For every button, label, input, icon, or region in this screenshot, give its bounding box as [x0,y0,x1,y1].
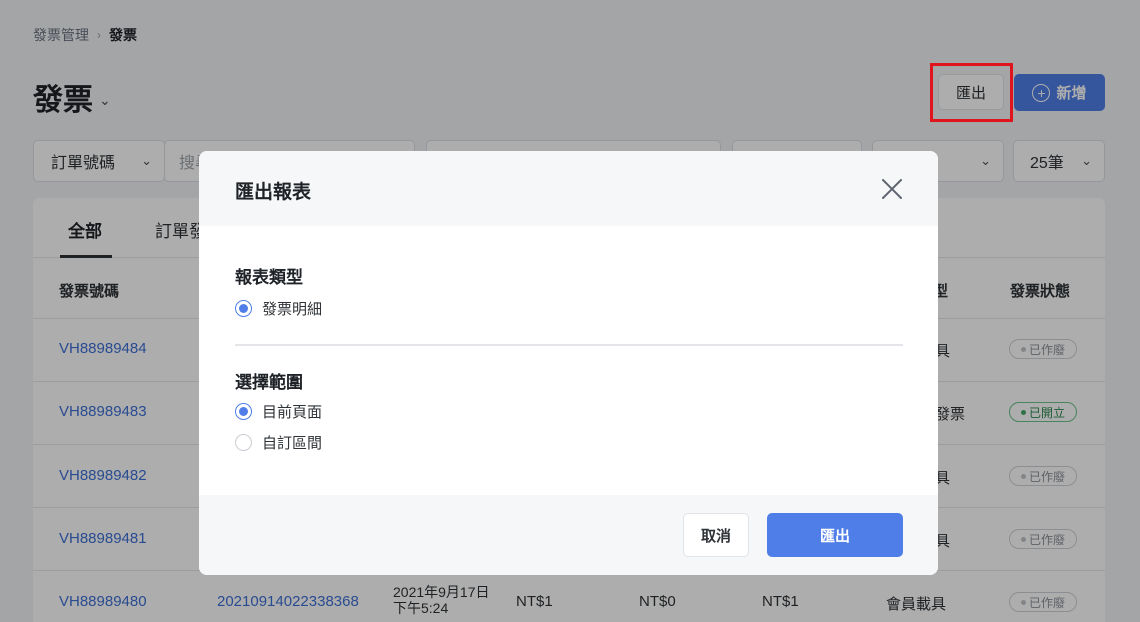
export-button-highlight [930,63,1013,122]
radio-checked-icon[interactable] [235,300,252,317]
modal-title: 匯出報表 [235,182,312,203]
report-type-label: 報表類型 [235,268,303,287]
radio-unchecked-icon[interactable] [235,434,252,451]
range-label: 選擇範圍 [235,373,303,392]
radio-checked-icon[interactable] [235,403,252,420]
confirm-export-button[interactable]: 匯出 [767,513,903,557]
modal-footer: 取消 匯出 [199,495,938,575]
close-icon[interactable] [879,176,905,202]
range-option-custom[interactable]: 自訂區間 [235,432,322,453]
report-type-option-label: 發票明細 [262,301,323,318]
range-option-label: 目前頁面 [262,404,323,421]
range-option-current-page[interactable]: 目前頁面 [235,401,322,422]
modal-header: 匯出報表 [199,151,938,226]
cancel-button[interactable]: 取消 [683,513,749,557]
range-option-label: 自訂區間 [262,435,323,452]
export-report-modal: 匯出報表 報表類型 發票明細 選擇範圍 目前頁面 自訂區間 取消 匯出 [199,151,938,575]
report-type-option[interactable]: 發票明細 [235,298,322,319]
divider [235,344,903,346]
